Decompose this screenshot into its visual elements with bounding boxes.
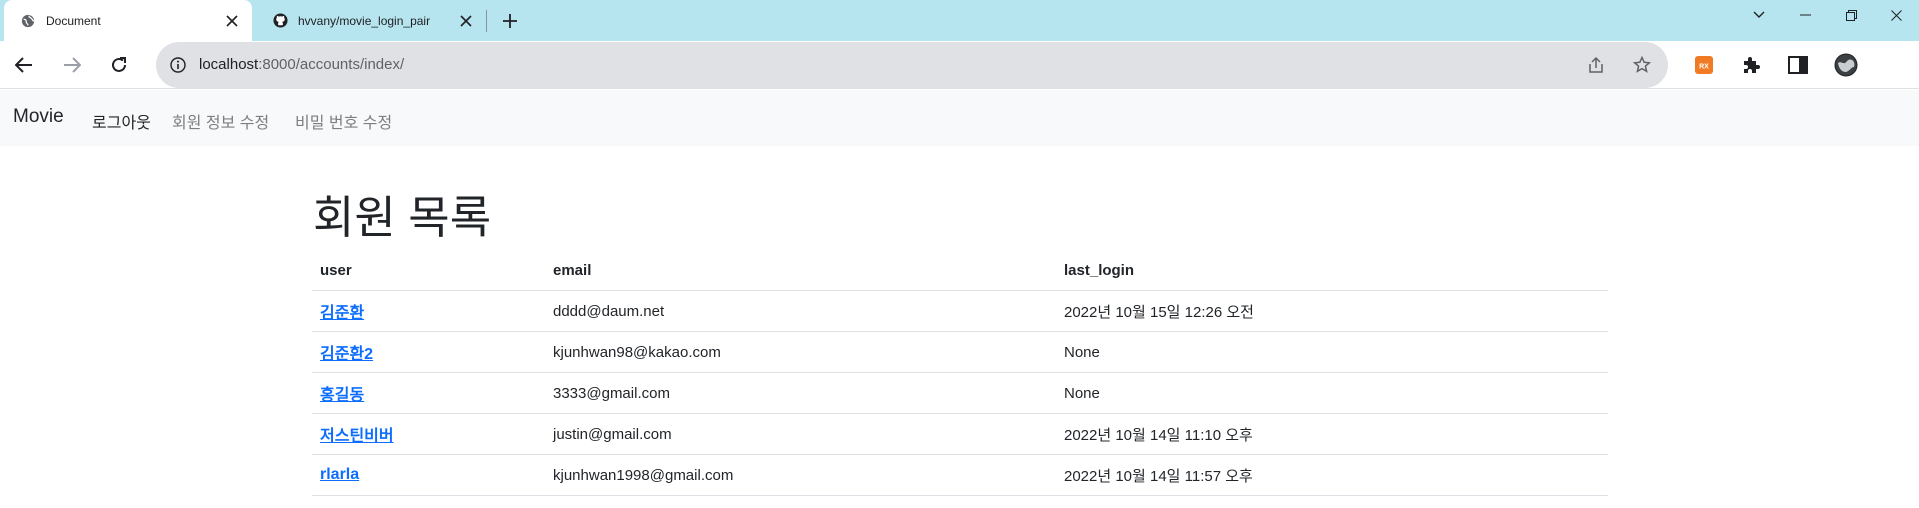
minimize-icon (1799, 14, 1811, 16)
url-text[interactable]: localhost:8000/accounts/index/ (199, 56, 404, 73)
info-icon[interactable] (168, 55, 188, 75)
user-email: kjunhwan98@kakao.com (553, 343, 721, 361)
header-user: user (320, 262, 352, 279)
navbar-brand[interactable]: Movie (13, 106, 64, 128)
github-icon (272, 13, 288, 29)
user-email: justin@gmail.com (553, 425, 672, 443)
members-table: user email last_login 김준환 dddd@daum.net … (312, 251, 1608, 496)
close-icon (1890, 9, 1902, 21)
user-email: 3333@gmail.com (553, 384, 670, 402)
table-row: 저스틴비버 justin@gmail.com 2022년 10월 14일 11:… (312, 414, 1608, 455)
user-link[interactable]: 홍길동 (320, 373, 364, 413)
user-email: dddd@daum.net (553, 302, 665, 320)
table-row: 김준환2 kjunhwan98@kakao.com None (312, 332, 1608, 373)
user-last-login: 2022년 10월 14일 11:57 오후 (1064, 467, 1253, 485)
url-path: :8000/accounts/index/ (258, 56, 405, 73)
url-host: localhost (199, 56, 259, 73)
forward-button[interactable] (56, 49, 88, 81)
browser-toolbar: localhost:8000/accounts/index/ RX (0, 41, 1919, 89)
user-link[interactable]: rlarla (320, 455, 359, 495)
tab-divider (486, 10, 487, 32)
user-link[interactable]: 저스틴비버 (320, 414, 394, 454)
header-last-login: last_login (1064, 262, 1135, 279)
new-tab-button[interactable] (497, 8, 523, 34)
back-button[interactable] (8, 49, 40, 81)
nav-logout-link[interactable]: 로그아웃 (92, 109, 151, 133)
browser-tabstrip: Document hvvany/movie_login_pair (0, 0, 1919, 41)
share-icon[interactable] (1584, 53, 1608, 77)
tab-title: Document (46, 13, 101, 28)
restore-button[interactable] (1828, 0, 1874, 30)
nav-change-password-link[interactable]: 비밀 번호 수정 (295, 109, 392, 133)
rx-extension-icon[interactable]: RX (1692, 53, 1716, 77)
arrow-right-icon (64, 57, 81, 73)
nav-edit-profile-link[interactable]: 회원 정보 수정 (172, 109, 269, 133)
tab-search-button[interactable] (1736, 0, 1782, 30)
side-panel-icon[interactable] (1786, 53, 1810, 77)
tab-title: hvvany/movie_login_pair (298, 13, 431, 28)
reload-button[interactable] (103, 49, 135, 81)
table-row: rlarla kjunhwan1998@gmail.com 2022년 10월 … (312, 455, 1608, 496)
user-email: kjunhwan1998@gmail.com (553, 466, 734, 484)
user-last-login: None (1064, 384, 1100, 402)
user-link[interactable]: 김준환 (320, 291, 364, 331)
bookmark-star-icon[interactable] (1630, 53, 1654, 77)
close-tab-icon[interactable] (220, 9, 244, 33)
header-email: email (553, 262, 592, 279)
user-last-login: 2022년 10월 15일 12:26 오전 (1064, 303, 1254, 321)
tab-github[interactable]: hvvany/movie_login_pair (256, 0, 486, 41)
globe-icon (20, 13, 36, 29)
arrow-left-icon (15, 57, 32, 73)
reload-icon (112, 57, 126, 72)
close-window-button[interactable] (1873, 0, 1919, 30)
table-row: 김준환 dddd@daum.net 2022년 10월 15일 12:26 오전 (312, 291, 1608, 332)
site-navbar: Movie 로그아웃 회원 정보 수정 비밀 번호 수정 (0, 90, 1919, 146)
tab-document[interactable]: Document (4, 0, 252, 41)
rx-badge-text: RX (1699, 64, 1709, 71)
table-row: 홍길동 3333@gmail.com None (312, 373, 1608, 414)
table-header: user email last_login (312, 251, 1608, 291)
user-last-login: None (1064, 343, 1100, 361)
chevron-down-icon (1753, 11, 1765, 18)
user-last-login: 2022년 10월 14일 11:10 오후 (1064, 426, 1253, 444)
page-title: 회원 목록 (313, 192, 492, 243)
address-bar[interactable]: localhost:8000/accounts/index/ (156, 42, 1668, 88)
plus-icon (503, 14, 517, 28)
restore-icon (1845, 9, 1857, 21)
profile-avatar[interactable] (1834, 53, 1858, 77)
user-link[interactable]: 김준환2 (320, 332, 373, 372)
minimize-button[interactable] (1782, 0, 1828, 30)
close-tab-icon[interactable] (454, 9, 478, 33)
extensions-puzzle-icon[interactable] (1739, 53, 1763, 77)
